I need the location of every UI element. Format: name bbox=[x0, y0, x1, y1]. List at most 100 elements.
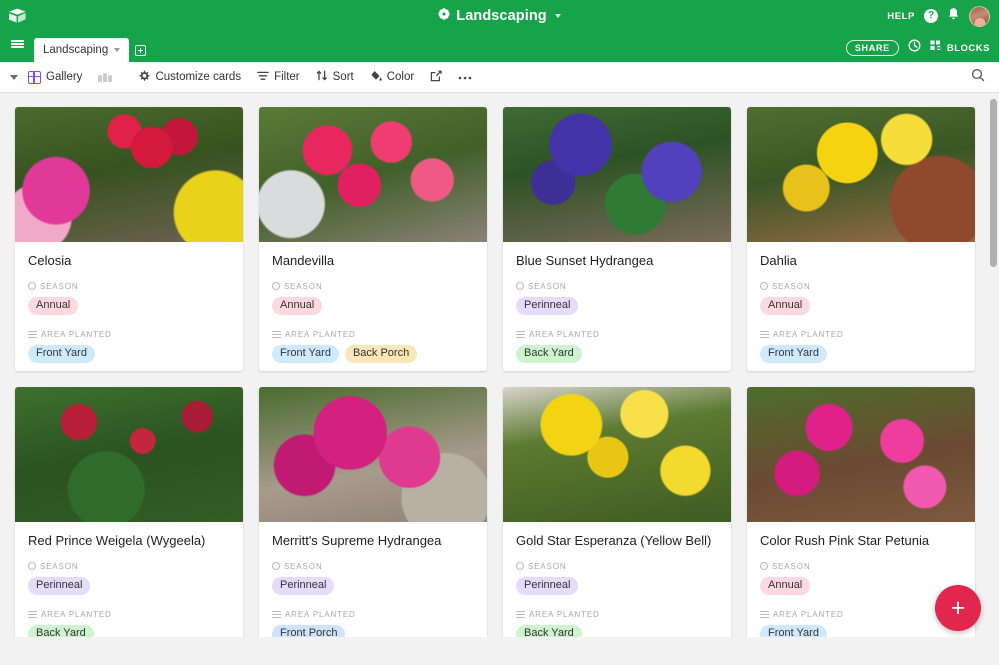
field-label-season: SEASON bbox=[516, 282, 718, 291]
tag-pill: Back Yard bbox=[516, 624, 582, 637]
card-grid: Celosia SEASON Annual AREA PLANTED Front Yar… bbox=[15, 107, 999, 637]
single-select-icon bbox=[272, 282, 280, 291]
multi-select-icon bbox=[272, 330, 281, 338]
filter-icon bbox=[257, 71, 269, 84]
gallery-card[interactable]: Gold Star Esperanza (Yellow Bell) SEASON P… bbox=[503, 387, 731, 637]
add-table-button[interactable] bbox=[129, 38, 151, 62]
tabbar-right-actions: SHARE BLOCKS bbox=[845, 39, 999, 62]
card-title: Blue Sunset Hydrangea bbox=[516, 253, 654, 268]
multi-select-icon bbox=[516, 330, 525, 338]
bell-icon[interactable] bbox=[947, 7, 960, 26]
area-label-text: AREA PLANTED bbox=[529, 609, 600, 619]
collaborators-icon bbox=[98, 72, 113, 82]
share-button[interactable]: SHARE bbox=[845, 40, 899, 56]
field-label-area-planted: AREA PLANTED bbox=[516, 610, 718, 619]
multi-select-icon bbox=[760, 610, 769, 618]
card-title: Celosia bbox=[28, 253, 72, 268]
gallery-card[interactable]: Dahlia SEASON Annual AREA PLANTED Front Yard bbox=[747, 107, 975, 371]
chevron-down-icon[interactable] bbox=[114, 48, 121, 52]
tag-pill: Back Yard bbox=[516, 344, 582, 363]
help-button[interactable]: HELP bbox=[887, 11, 915, 22]
view-name: Gallery bbox=[46, 71, 83, 83]
season-values: Annual bbox=[272, 296, 474, 315]
area-values: Front Porch bbox=[272, 624, 474, 637]
color-button[interactable]: Color bbox=[362, 66, 422, 88]
single-select-icon bbox=[516, 282, 524, 291]
card-body: Mandevilla SEASON Annual AREA PLANTED Front … bbox=[259, 242, 487, 363]
area-values: Back Yard bbox=[28, 624, 230, 637]
base-title-group: Landscaping bbox=[0, 7, 999, 25]
header-right-actions: HELP ? bbox=[887, 5, 999, 27]
gallery-card[interactable]: Red Prince Weigela (Wygeela) SEASON Perinn… bbox=[15, 387, 243, 637]
field-label-season: SEASON bbox=[760, 562, 962, 571]
history-clock-icon[interactable] bbox=[908, 39, 921, 57]
area-values: Front Yard Back Porch bbox=[272, 344, 474, 363]
single-select-icon bbox=[28, 562, 36, 571]
single-select-icon bbox=[28, 282, 36, 291]
season-label-text: SEASON bbox=[772, 281, 811, 291]
season-label-text: SEASON bbox=[528, 281, 567, 291]
card-image bbox=[15, 107, 243, 242]
gallery-card[interactable]: Merritt's Supreme Hydrangea SEASON Perinne… bbox=[259, 387, 487, 637]
card-image bbox=[503, 107, 731, 242]
area-label-text: AREA PLANTED bbox=[773, 329, 844, 339]
customize-cards-button[interactable]: Customize cards bbox=[130, 66, 249, 88]
card-image bbox=[747, 107, 975, 242]
card-body: Blue Sunset Hydrangea SEASON Perinneal AREA… bbox=[503, 242, 731, 363]
hamburger-menu-icon[interactable] bbox=[0, 32, 34, 62]
sidebar-toggle-caret-icon[interactable] bbox=[10, 74, 18, 80]
airtable-cube-logo[interactable] bbox=[0, 0, 34, 32]
season-values: Annual bbox=[760, 576, 962, 595]
add-record-button[interactable]: + bbox=[935, 585, 981, 631]
user-avatar[interactable] bbox=[969, 5, 990, 27]
card-image bbox=[259, 387, 487, 522]
area-label-text: AREA PLANTED bbox=[285, 609, 356, 619]
card-image bbox=[259, 107, 487, 242]
single-select-icon bbox=[516, 562, 524, 571]
base-dropdown-caret-icon[interactable] bbox=[554, 14, 561, 18]
sort-button[interactable]: Sort bbox=[308, 66, 362, 88]
scrollbar-thumb[interactable] bbox=[990, 99, 997, 267]
more-options-button[interactable] bbox=[450, 66, 480, 88]
multi-select-icon bbox=[272, 610, 281, 618]
tag-pill: Perinneal bbox=[516, 576, 579, 595]
question-circle-icon[interactable]: ? bbox=[924, 9, 938, 23]
ellipsis-icon bbox=[458, 71, 472, 83]
tag-pill: Perinneal bbox=[28, 576, 91, 595]
view-selector[interactable]: Gallery bbox=[28, 66, 90, 88]
card-title: Dahlia bbox=[760, 253, 797, 268]
collaborators-button[interactable] bbox=[90, 66, 120, 88]
single-select-icon bbox=[760, 282, 768, 291]
filter-button[interactable]: Filter bbox=[249, 66, 308, 88]
field-label-area-planted: AREA PLANTED bbox=[28, 610, 230, 619]
area-label-text: AREA PLANTED bbox=[773, 609, 844, 619]
vertical-scrollbar[interactable] bbox=[990, 99, 997, 629]
gallery-card[interactable]: Celosia SEASON Annual AREA PLANTED Front Yar… bbox=[15, 107, 243, 371]
tab-landscaping[interactable]: Landscaping bbox=[34, 38, 130, 62]
card-image bbox=[503, 387, 731, 522]
tab-label: Landscaping bbox=[43, 44, 109, 56]
tag-pill: Perinneal bbox=[516, 296, 579, 315]
card-title: Gold Star Esperanza (Yellow Bell) bbox=[516, 533, 712, 548]
field-label-season: SEASON bbox=[760, 282, 962, 291]
card-title: Mandevilla bbox=[272, 253, 335, 268]
gallery-card[interactable]: Blue Sunset Hydrangea SEASON Perinneal AREA… bbox=[503, 107, 731, 371]
search-button[interactable] bbox=[967, 66, 989, 88]
field-label-season: SEASON bbox=[272, 282, 474, 291]
gallery-card[interactable]: Mandevilla SEASON Annual AREA PLANTED Front … bbox=[259, 107, 487, 371]
season-values: Annual bbox=[760, 296, 962, 315]
field-label-season: SEASON bbox=[28, 282, 230, 291]
season-label-text: SEASON bbox=[284, 281, 323, 291]
card-image bbox=[747, 387, 975, 522]
share-view-button[interactable] bbox=[422, 66, 450, 88]
multi-select-icon bbox=[28, 330, 37, 338]
area-values: Front Yard bbox=[760, 624, 962, 637]
card-image bbox=[15, 387, 243, 522]
base-name[interactable]: Landscaping bbox=[456, 8, 547, 24]
multi-select-icon bbox=[28, 610, 37, 618]
single-select-icon bbox=[272, 562, 280, 571]
field-label-season: SEASON bbox=[272, 562, 474, 571]
blocks-button[interactable]: BLOCKS bbox=[930, 39, 990, 57]
field-label-area-planted: AREA PLANTED bbox=[516, 330, 718, 339]
multi-select-icon bbox=[516, 610, 525, 618]
